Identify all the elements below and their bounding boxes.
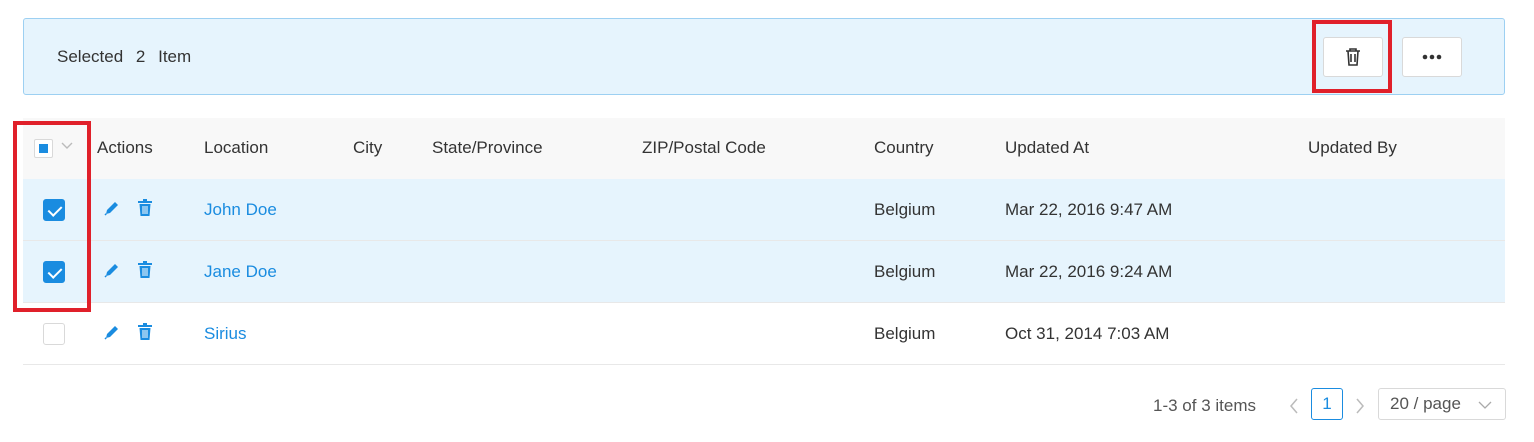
column-header-country[interactable]: Country xyxy=(874,138,934,158)
chevron-down-icon xyxy=(1478,401,1492,409)
ellipsis-icon xyxy=(1422,54,1442,60)
selection-summary: Selected 2 Item xyxy=(57,47,199,67)
trash-icon xyxy=(1346,48,1360,66)
page-size-select[interactable]: 20 / page xyxy=(1378,388,1506,420)
row-checkbox[interactable] xyxy=(43,261,65,283)
edit-icon[interactable] xyxy=(103,261,121,279)
selection-bar: Selected 2 Item xyxy=(23,18,1505,95)
selected-count: 2 xyxy=(135,47,146,66)
location-link[interactable]: Jane Doe xyxy=(204,262,277,282)
table-row: Jane Doe Belgium Mar 22, 2016 9:24 AM xyxy=(23,241,1505,303)
delete-icon[interactable] xyxy=(137,323,153,341)
updated-at-cell: Oct 31, 2014 7:03 AM xyxy=(1005,324,1170,343)
column-header-actions: Actions xyxy=(97,138,153,157)
edit-icon[interactable] xyxy=(103,199,121,217)
row-checkbox[interactable] xyxy=(43,323,65,345)
table-row: John Doe Belgium Mar 22, 2016 9:47 AM xyxy=(23,179,1505,241)
select-all-checkbox[interactable] xyxy=(34,139,53,158)
column-header-updated-at[interactable]: Updated At xyxy=(1005,138,1089,158)
delete-icon[interactable] xyxy=(137,261,153,279)
column-header-city[interactable]: City xyxy=(353,138,382,158)
selected-label: Selected xyxy=(57,47,124,66)
location-link[interactable]: John Doe xyxy=(204,200,277,220)
locations-table: Actions Location City State/Province ZIP… xyxy=(23,118,1505,365)
column-header-state[interactable]: State/Province xyxy=(432,138,543,158)
column-header-zip[interactable]: ZIP/Postal Code xyxy=(642,138,766,158)
row-checkbox[interactable] xyxy=(43,199,65,221)
chevron-left-icon[interactable] xyxy=(1289,398,1299,414)
column-header-location[interactable]: Location xyxy=(204,138,268,158)
country-cell: Belgium xyxy=(874,324,936,343)
country-cell: Belgium xyxy=(874,262,936,281)
location-link[interactable]: Sirius xyxy=(204,324,247,344)
chevron-right-icon[interactable] xyxy=(1355,398,1365,414)
edit-icon[interactable] xyxy=(103,323,121,341)
page-size-value: 20 / page xyxy=(1390,394,1461,413)
column-header-updated-by[interactable]: Updated By xyxy=(1308,138,1397,158)
updated-at-cell: Mar 22, 2016 9:47 AM xyxy=(1005,200,1173,219)
item-label: Item xyxy=(158,47,192,66)
page-1-button[interactable]: 1 xyxy=(1311,388,1343,420)
chevron-down-icon[interactable] xyxy=(61,142,73,150)
country-cell: Belgium xyxy=(874,200,936,219)
delete-icon[interactable] xyxy=(137,199,153,217)
pagination-summary: 1-3 of 3 items xyxy=(1153,396,1256,415)
bulk-delete-button[interactable] xyxy=(1323,37,1383,77)
table-header: Actions Location City State/Province ZIP… xyxy=(23,118,1505,179)
updated-at-cell: Mar 22, 2016 9:24 AM xyxy=(1005,262,1173,281)
table-row: Sirius Belgium Oct 31, 2014 7:03 AM xyxy=(23,303,1505,365)
more-actions-button[interactable] xyxy=(1402,37,1462,77)
